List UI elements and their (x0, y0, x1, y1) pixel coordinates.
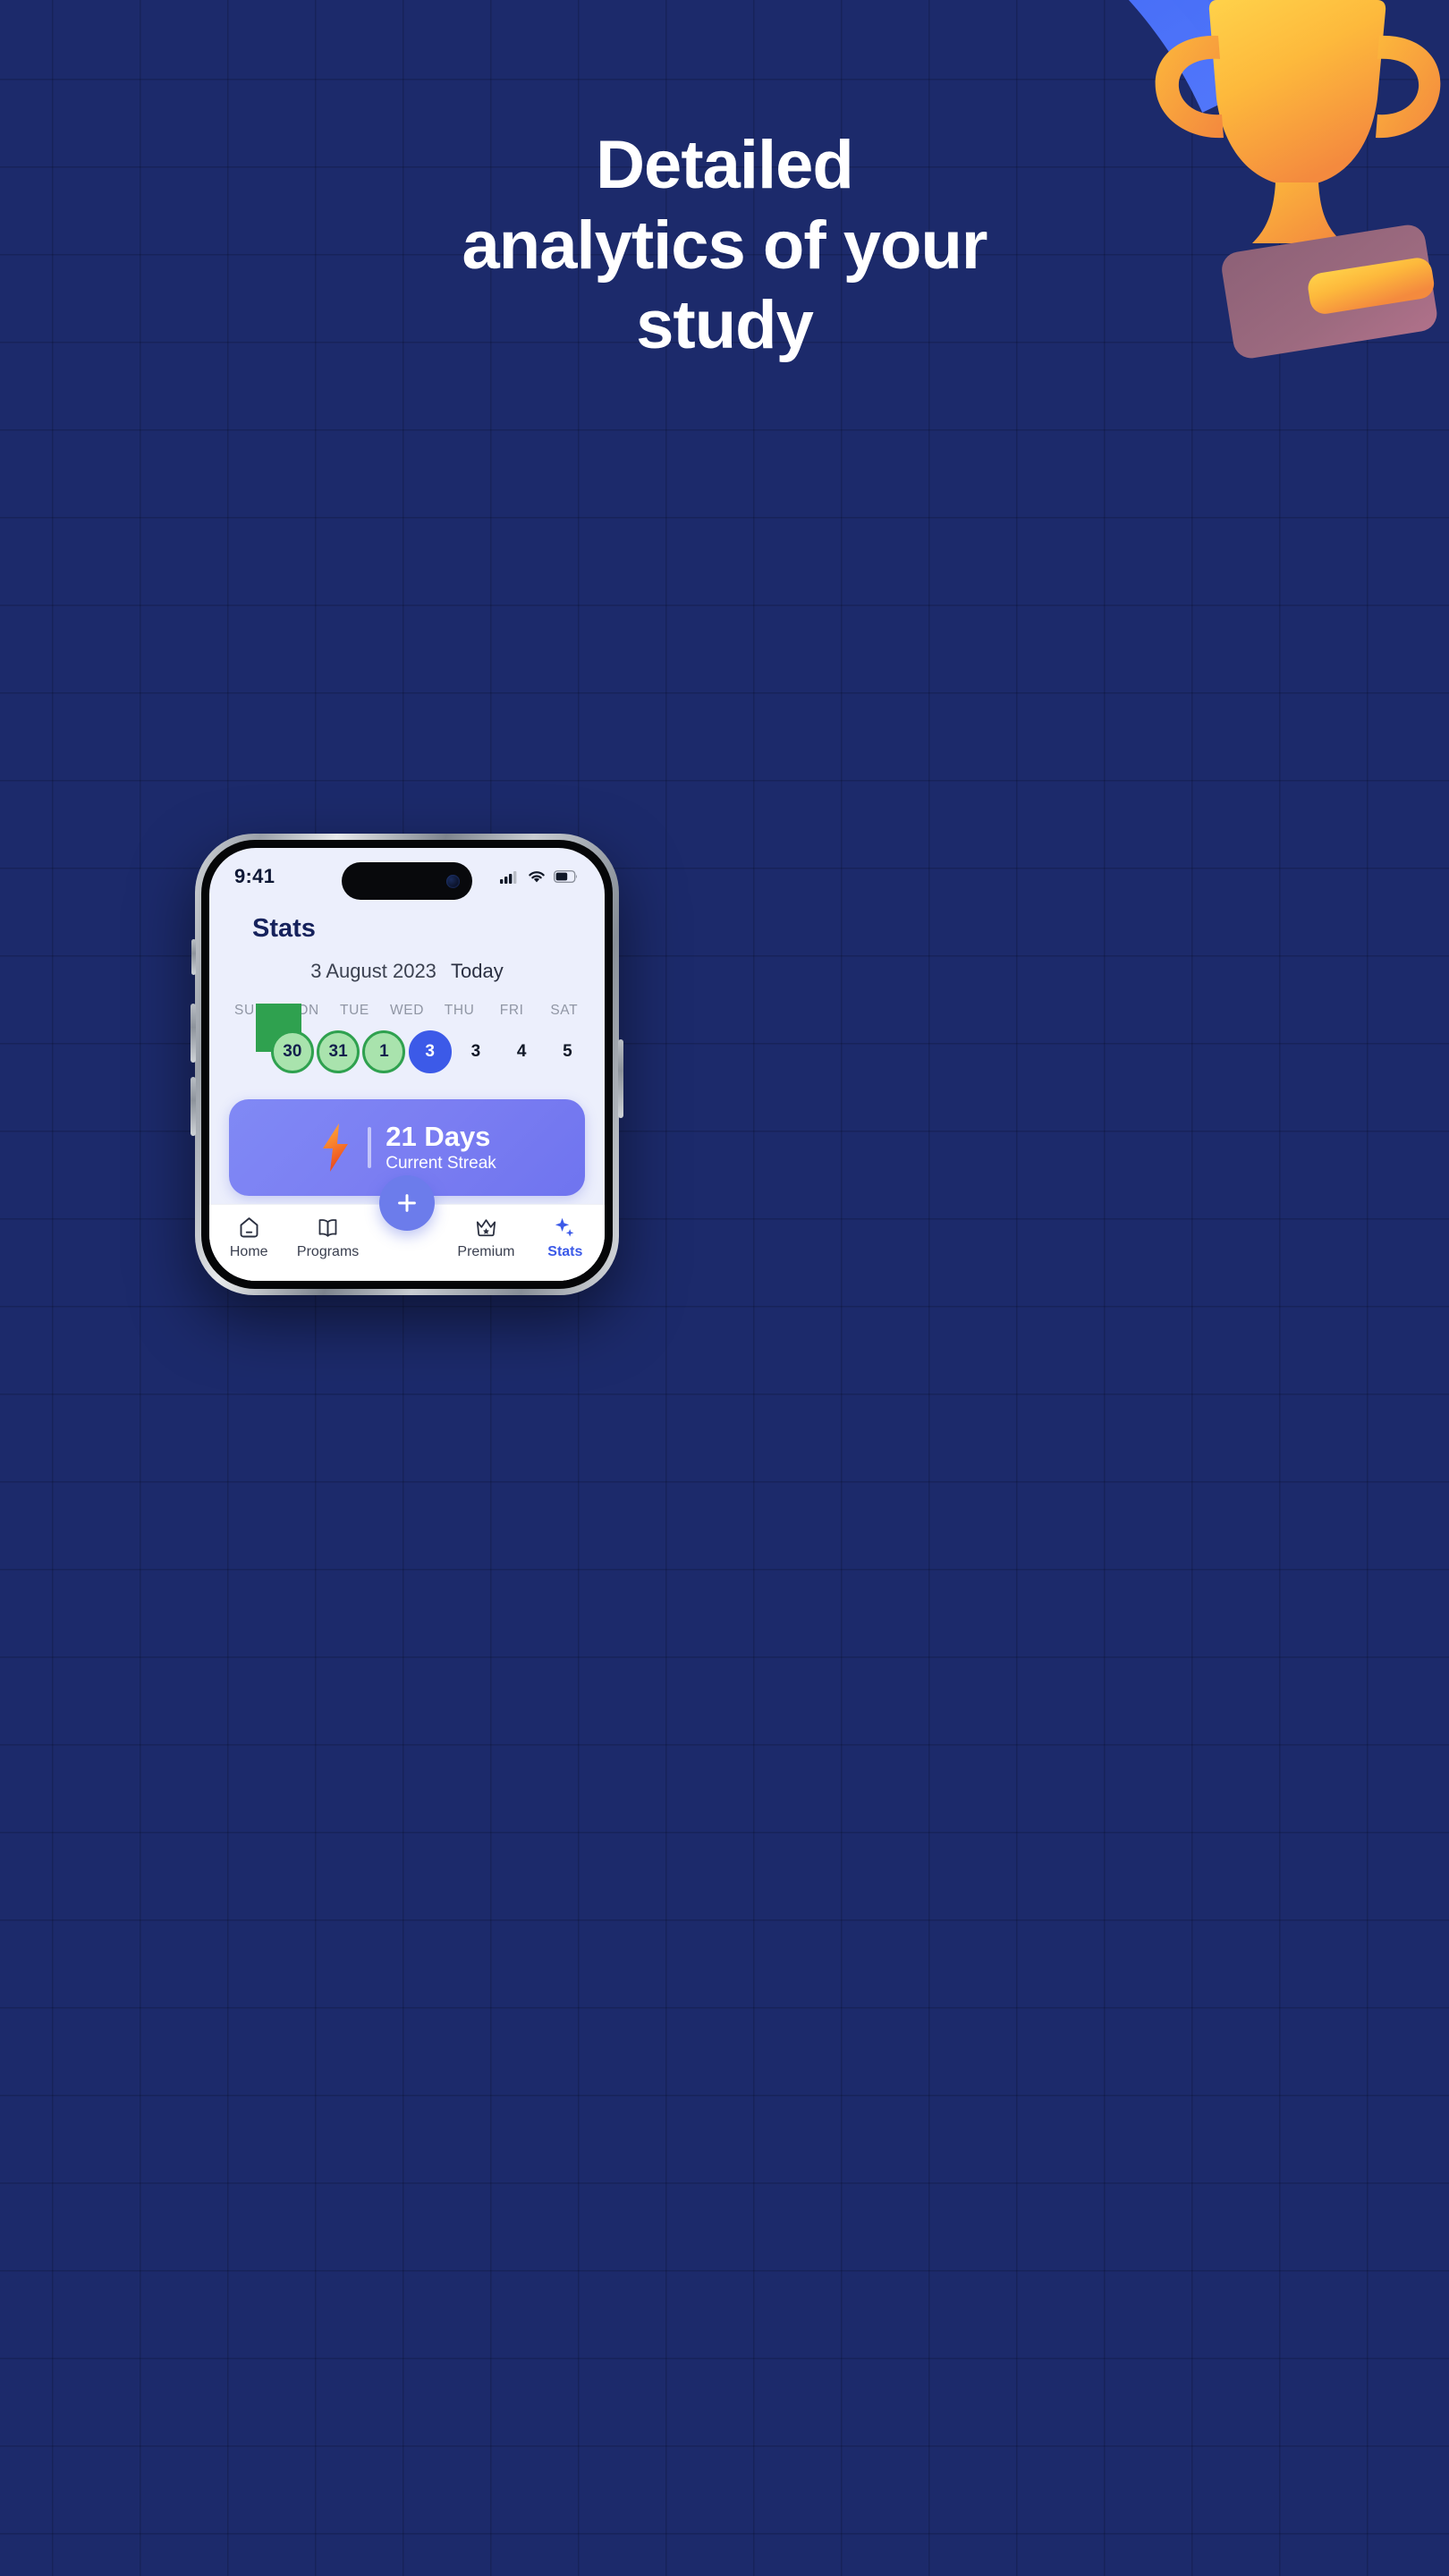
phone-screen: 9:41 Stats 3 August 2023 Today SUN MON T… (209, 848, 605, 1281)
silent-switch-button[interactable] (191, 939, 196, 975)
page-title: Stats (252, 914, 316, 943)
calendar-day-30[interactable]: 30 (270, 1030, 314, 1073)
streak-label: Current Streak (386, 1154, 496, 1174)
plus-icon (398, 1194, 416, 1212)
calendar-day-selected[interactable]: 3 (408, 1030, 452, 1073)
battery-icon (554, 870, 577, 883)
headline-line-3: study (636, 287, 814, 364)
status-icons (500, 869, 578, 884)
power-button[interactable] (618, 1039, 623, 1118)
headline-line-2: analytics of your (462, 207, 988, 284)
crown-icon (476, 1219, 496, 1237)
calendar-day-fri[interactable]: 4 (500, 1030, 543, 1073)
lightning-bolt-icon (323, 1123, 349, 1172)
calendar-day-cell[interactable]: 3 (407, 1028, 453, 1076)
calendar-day-cell[interactable]: 3 (453, 1028, 498, 1076)
status-time: 9:41 (234, 865, 275, 887)
calendar-day-thu[interactable]: 3 (454, 1030, 497, 1073)
headline-line-1: Detailed (596, 127, 854, 203)
nav-label-programs: Programs (296, 1244, 360, 1259)
calendar-dates-row[interactable]: 30 31 1 3 3 4 5 (209, 1004, 605, 1076)
phone-bezel: 9:41 Stats 3 August 2023 Today SUN MON T… (201, 840, 613, 1289)
phone-device-frame: 9:41 Stats 3 August 2023 Today SUN MON T… (191, 834, 623, 1295)
weekday-label: SAT (550, 1003, 579, 1018)
nav-item-home[interactable]: Home (209, 1216, 288, 1260)
add-button-fab[interactable] (379, 1175, 435, 1231)
calendar-day-31[interactable]: 31 (317, 1030, 360, 1073)
date-header[interactable]: 3 August 2023 Today (209, 960, 605, 983)
nav-item-premium[interactable]: Premium (446, 1216, 525, 1260)
weekday-label: THU (444, 1003, 475, 1018)
volume-down-button[interactable] (191, 1077, 196, 1136)
nav-label-stats: Stats (547, 1244, 583, 1259)
page-headline: Detailed analytics of your study (0, 125, 1449, 366)
calendar-day-cell[interactable]: 1 (361, 1028, 407, 1076)
cellular-signal-icon (500, 871, 517, 884)
weekday-label: TUE (340, 1003, 369, 1018)
dynamic-island (342, 862, 472, 900)
streak-days-value: 21 Days (386, 1120, 491, 1152)
current-date: 3 August 2023 (310, 960, 436, 982)
sparkles-icon (555, 1217, 574, 1237)
background-grid (0, 0, 1449, 2576)
wifi-icon (529, 870, 545, 882)
book-icon (318, 1219, 337, 1237)
weekday-label: WED (390, 1003, 424, 1018)
nav-label-premium: Premium (457, 1244, 515, 1259)
front-camera-icon (446, 874, 460, 888)
nav-item-stats[interactable]: Stats (526, 1216, 605, 1260)
weekday-label: FRI (499, 1003, 524, 1018)
calendar-day-1[interactable]: 1 (362, 1030, 406, 1073)
calendar-day-cell[interactable]: 4 (499, 1028, 545, 1076)
calendar-day-cell[interactable]: 31 (316, 1028, 361, 1076)
today-label[interactable]: Today (451, 960, 504, 982)
calendar-day-sat[interactable]: 5 (546, 1030, 589, 1073)
streak-text-group: 21 Days Current Streak (386, 1120, 496, 1174)
calendar-day-cell[interactable]: 5 (545, 1028, 590, 1076)
volume-up-button[interactable] (191, 1004, 196, 1063)
nav-label-home: Home (229, 1244, 268, 1259)
nav-item-programs[interactable]: Programs (288, 1216, 367, 1260)
streak-divider (368, 1127, 372, 1168)
home-icon (240, 1217, 258, 1238)
